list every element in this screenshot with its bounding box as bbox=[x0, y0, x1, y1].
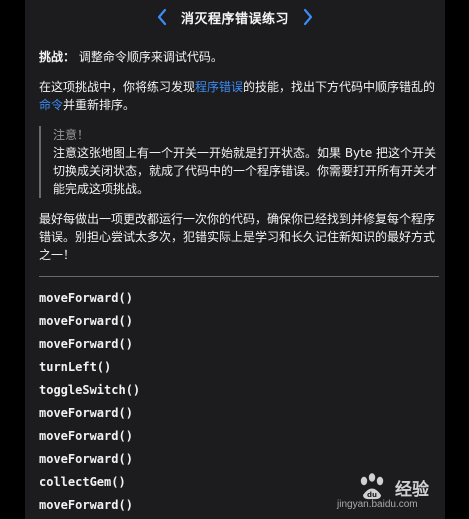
tip-paragraph: 最好每做出一项更改都运行一次你的代码，确保你已经找到并修复每个程序错误。别担心尝… bbox=[39, 212, 436, 262]
paw-logo-icon: du bbox=[360, 473, 384, 500]
code-line: moveForward() bbox=[39, 337, 133, 351]
next-page-button[interactable] bbox=[297, 6, 319, 28]
chevron-right-icon bbox=[303, 8, 313, 26]
intro-text-1: 在这项挑战中，你将练习发现 bbox=[39, 80, 196, 94]
code-line: toggleSwitch() bbox=[39, 383, 141, 397]
code-line: moveForward() bbox=[39, 452, 133, 466]
lesson-panel: 消灭程序错误练习 挑战： 调整命令顺序来调试代码。 在这项挑战中，你将练习发现程… bbox=[25, 0, 445, 519]
glossary-link-bug[interactable]: 程序错误 bbox=[195, 80, 243, 94]
lesson-content: 挑战： 调整命令顺序来调试代码。 在这项挑战中，你将练习发现程序错误的技能，找出… bbox=[39, 48, 441, 517]
code-line: moveForward() bbox=[39, 291, 133, 305]
note-text: 注意这张地图上有一个开关一开始就是打开状态。如果 Byte 把这个开关切换成关闭… bbox=[53, 146, 438, 196]
intro-paragraph: 在这项挑战中，你将练习发现程序错误的技能，找出下方代码中顺序错乱的命令并重新排序… bbox=[39, 78, 441, 114]
watermark-brand: 经验 bbox=[395, 480, 429, 500]
previous-page-button[interactable] bbox=[151, 6, 173, 28]
note-heading: 注意！ bbox=[53, 128, 90, 142]
code-line: moveForward() bbox=[39, 429, 133, 443]
goal-label: 挑战： bbox=[39, 50, 76, 64]
code-line: turnLeft() bbox=[39, 360, 112, 374]
glossary-link-command[interactable]: 命令 bbox=[39, 98, 63, 112]
baidu-watermark: du 经验 jingyan.baidu.com bbox=[335, 471, 455, 513]
note-callout: 注意！ 注意这张地图上有一个开关一开始就是打开状态。如果 Byte 把这个开关切… bbox=[39, 126, 441, 198]
chevron-left-icon bbox=[157, 8, 167, 26]
code-line: moveForward() bbox=[39, 406, 133, 420]
divider bbox=[39, 276, 439, 277]
code-line: moveForward() bbox=[39, 314, 133, 328]
svg-text:du: du bbox=[367, 491, 377, 499]
intro-text-3: 并重新排序。 bbox=[63, 98, 136, 112]
goal-paragraph: 挑战： 调整命令顺序来调试代码。 bbox=[39, 48, 441, 66]
intro-text-2: 的技能，找出下方代码中顺序错乱的 bbox=[243, 80, 436, 94]
watermark-url: jingyan.baidu.com bbox=[337, 499, 418, 510]
goal-text: 调整命令顺序来调试代码。 bbox=[78, 50, 223, 64]
nav-bar: 消灭程序错误练习 bbox=[25, 0, 445, 34]
page-title: 消灭程序错误练习 bbox=[180, 11, 289, 27]
